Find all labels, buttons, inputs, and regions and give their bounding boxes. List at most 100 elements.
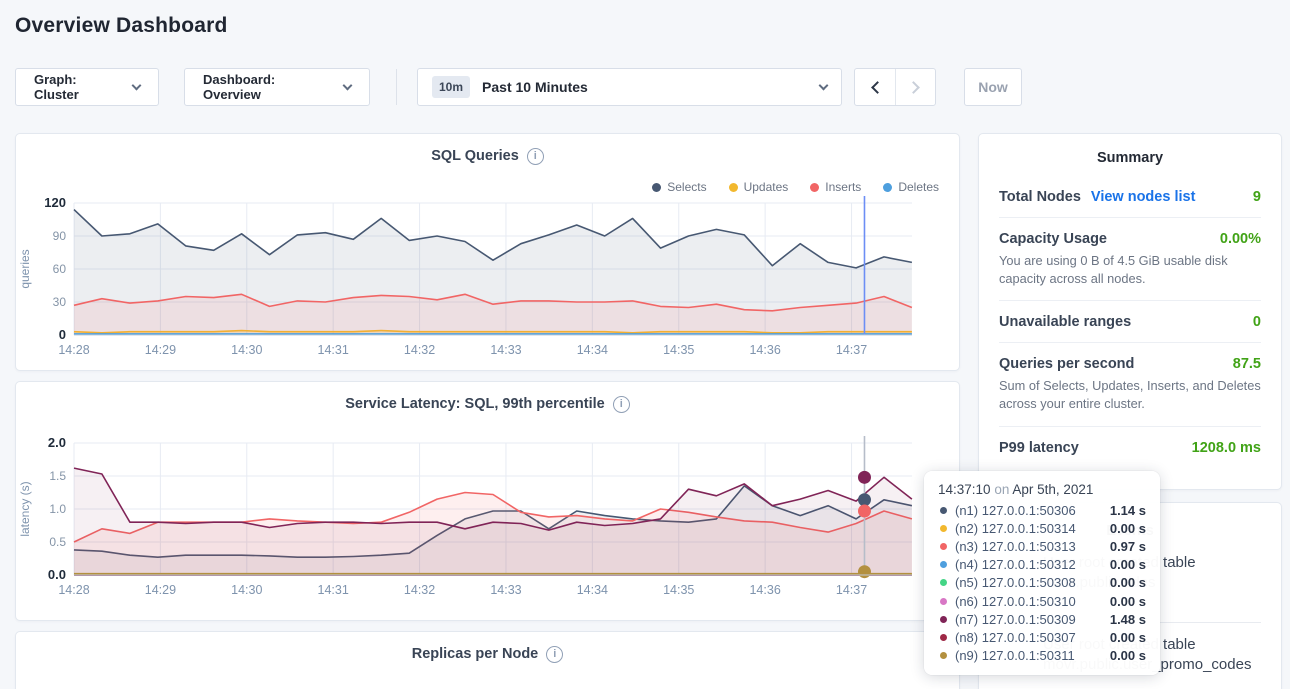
unavailable-ranges-value: 0	[1253, 314, 1261, 330]
node-address: (n6) 127.0.0.1:50310	[955, 594, 1076, 609]
svg-text:14:33: 14:33	[490, 583, 521, 597]
svg-text:14:35: 14:35	[663, 343, 694, 357]
summary-row-capacity-usage: Capacity Usage 0.00% You are using 0 B o…	[999, 218, 1261, 301]
legend-dot	[729, 183, 738, 192]
node-color-dot	[940, 543, 947, 550]
svg-text:0.0: 0.0	[48, 567, 66, 582]
node-latency-value: 0.00 s	[1110, 521, 1146, 536]
queries-per-second-label: Queries per second	[999, 356, 1134, 372]
tooltip-node-row: (n7) 127.0.0.1:50309 1.48 s	[938, 610, 1146, 628]
time-range-label: Past 10 Minutes	[482, 79, 588, 95]
tooltip-node-row: (n2) 127.0.0.1:50314 0.00 s	[938, 519, 1146, 537]
capacity-usage-description: You are using 0 B of 4.5 GiB usable disk…	[999, 252, 1261, 288]
info-icon[interactable]: i	[527, 148, 544, 165]
svg-text:14:36: 14:36	[749, 583, 780, 597]
svg-text:30: 30	[53, 295, 67, 309]
time-prev-button[interactable]	[855, 69, 895, 105]
legend-dot	[652, 183, 661, 192]
svg-text:latency (s): latency (s)	[18, 481, 32, 536]
svg-text:14:37: 14:37	[836, 583, 867, 597]
tooltip-on: on	[994, 482, 1009, 497]
legend-item-deletes[interactable]: Deletes	[883, 180, 939, 194]
chevron-down-icon	[343, 80, 353, 90]
tooltip-node-row: (n8) 127.0.0.1:50307 0.00 s	[938, 628, 1146, 646]
tooltip-timestamp: 14:37:10 on Apr 5th, 2021	[938, 482, 1146, 497]
sql-queries-card: SQL Queries i Selects Updates Inserts Delet…	[15, 133, 960, 371]
graph-dropdown[interactable]: Graph: Cluster	[15, 68, 159, 106]
tooltip-time: 14:37:10	[938, 482, 991, 497]
view-nodes-list-link[interactable]: View nodes list	[1091, 189, 1196, 205]
chart-hover-tooltip: 14:37:10 on Apr 5th, 2021 (n1) 127.0.0.1…	[924, 471, 1160, 675]
chevron-left-icon	[871, 81, 884, 94]
node-address: (n9) 127.0.0.1:50311	[955, 648, 1075, 663]
legend-item-updates[interactable]: Updates	[729, 180, 789, 194]
time-next-button[interactable]	[895, 69, 935, 105]
svg-text:14:31: 14:31	[318, 343, 349, 357]
summary-row-unavailable-ranges: Unavailable ranges 0	[999, 301, 1261, 343]
legend-label: Deletes	[898, 180, 939, 194]
svg-text:14:36: 14:36	[749, 343, 780, 357]
time-range-picker[interactable]: 10m Past 10 Minutes	[417, 68, 842, 106]
svg-text:14:34: 14:34	[577, 343, 608, 357]
node-latency-value: 0.00 s	[1110, 630, 1146, 645]
info-icon[interactable]: i	[546, 646, 563, 663]
svg-text:14:34: 14:34	[577, 583, 608, 597]
total-nodes-value: 9	[1253, 189, 1261, 205]
time-nav-group	[854, 68, 936, 106]
replicas-per-node-card: Replicas per Node i	[15, 631, 960, 689]
node-latency-value: 0.00 s	[1110, 557, 1146, 572]
now-button[interactable]: Now	[964, 68, 1022, 106]
dashboard-dropdown-label: Dashboard: Overview	[203, 72, 334, 102]
service-latency-chart[interactable]: 14:2814:2914:3014:3114:3214:3314:3414:35…	[16, 431, 929, 609]
node-color-dot	[940, 652, 947, 659]
sql-queries-title: SQL Queries	[431, 148, 519, 164]
node-color-dot	[940, 634, 947, 641]
sql-queries-legend: Selects Updates Inserts Deletes	[652, 180, 939, 194]
svg-text:14:30: 14:30	[231, 343, 262, 357]
node-address: (n1) 127.0.0.1:50306	[955, 503, 1076, 518]
tooltip-node-rows: (n1) 127.0.0.1:503061.14 s(n2) 127.0.0.1…	[938, 501, 1146, 665]
svg-text:queries: queries	[18, 249, 32, 288]
svg-text:2.0: 2.0	[48, 435, 66, 450]
tooltip-node-row: (n1) 127.0.0.1:50306 1.14 s	[938, 501, 1146, 519]
svg-text:120: 120	[44, 195, 66, 210]
controls-divider	[396, 69, 397, 105]
node-address: (n8) 127.0.0.1:50307	[955, 630, 1076, 645]
service-latency-card: Service Latency: SQL, 99th percentile i …	[15, 381, 960, 621]
svg-text:0: 0	[59, 327, 66, 342]
node-color-dot	[940, 579, 947, 586]
svg-text:1.0: 1.0	[49, 502, 66, 516]
node-address: (n7) 127.0.0.1:50309	[955, 612, 1076, 627]
info-icon[interactable]: i	[613, 396, 630, 413]
time-range-badge: 10m	[432, 76, 470, 98]
legend-dot	[883, 183, 892, 192]
node-color-dot	[940, 616, 947, 623]
chevron-right-icon	[907, 81, 920, 94]
node-latency-value: 1.48 s	[1110, 612, 1146, 627]
chevron-down-icon	[819, 80, 829, 90]
svg-text:90: 90	[53, 229, 67, 243]
overview-dashboard-page: Overview Dashboard Graph: Cluster Dashbo…	[0, 0, 1290, 689]
svg-text:14:28: 14:28	[58, 583, 89, 597]
capacity-usage-label: Capacity Usage	[999, 231, 1107, 247]
node-color-dot	[940, 598, 947, 605]
chevron-down-icon	[132, 80, 142, 90]
svg-text:14:37: 14:37	[836, 343, 867, 357]
tooltip-node-row: (n3) 127.0.0.1:503130.97 s	[938, 537, 1146, 555]
node-latency-value: 0.00 s	[1110, 575, 1146, 590]
page-title: Overview Dashboard	[15, 14, 228, 38]
queries-per-second-description: Sum of Selects, Updates, Inserts, and De…	[999, 377, 1261, 413]
legend-item-selects[interactable]: Selects	[652, 180, 706, 194]
tooltip-node-row: (n5) 127.0.0.1:503080.00 s	[938, 574, 1146, 592]
summary-row-queries-per-second: Queries per second 87.5 Sum of Selects, …	[999, 343, 1261, 426]
dashboard-dropdown[interactable]: Dashboard: Overview	[184, 68, 370, 106]
legend-item-inserts[interactable]: Inserts	[810, 180, 861, 194]
node-latency-value: 0.97 s	[1110, 539, 1146, 554]
summary-row-p99-latency: P99 latency 1208.0 ms	[999, 427, 1261, 468]
node-latency-value: 1.14 s	[1110, 503, 1146, 518]
sql-queries-chart[interactable]: 14:2814:2914:3014:3114:3214:3314:3414:35…	[16, 191, 929, 369]
svg-text:14:29: 14:29	[145, 583, 176, 597]
legend-label: Selects	[667, 180, 706, 194]
node-address: (n2) 127.0.0.1:50314	[955, 521, 1076, 536]
summary-card: Summary Total Nodes View nodes list 9 Ca…	[978, 133, 1282, 490]
